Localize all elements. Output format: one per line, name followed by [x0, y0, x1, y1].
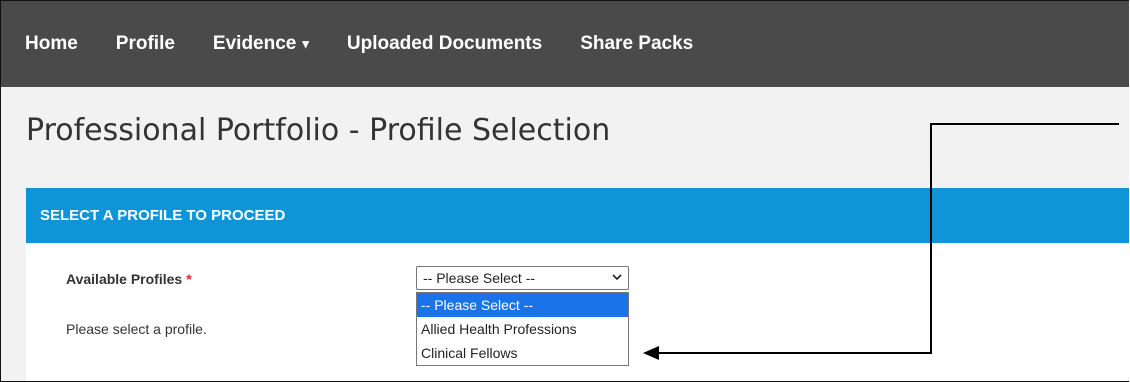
chevron-down-icon	[612, 272, 622, 284]
required-asterisk: *	[186, 271, 192, 287]
nav-profile-label: Profile	[115, 33, 175, 54]
nav-home-label: Home	[25, 33, 78, 54]
profile-select-value: -- Please Select --	[423, 270, 536, 286]
nav-evidence-label: Evidence	[212, 33, 297, 54]
top-navbar: Home Profile Evidence ▾ Uploaded Documen…	[1, 1, 1129, 87]
page-title: Professional Portfolio - Profile Selecti…	[26, 113, 611, 148]
profile-options-list: -- Please Select -- Allied Health Profes…	[416, 292, 629, 366]
nav-uploaded-documents-label: Uploaded Documents	[346, 33, 543, 54]
nav-uploaded-documents[interactable]: Uploaded Documents	[347, 33, 542, 55]
profile-selection-panel: SELECT A PROFILE TO PROCEED Available Pr…	[26, 188, 1129, 381]
profile-select[interactable]: -- Please Select --	[416, 266, 629, 290]
app-frame: Home Profile Evidence ▾ Uploaded Documen…	[0, 0, 1129, 382]
caret-down-icon: ▾	[302, 36, 309, 51]
panel-header: SELECT A PROFILE TO PROCEED	[26, 188, 1129, 243]
nav-profile[interactable]: Profile	[116, 33, 175, 55]
option-please-select[interactable]: -- Please Select --	[417, 293, 628, 317]
helper-text: Please select a profile.	[66, 321, 207, 337]
nav-share-packs-label: Share Packs	[580, 33, 694, 54]
option-allied-health-professions[interactable]: Allied Health Professions	[417, 317, 628, 341]
available-profiles-label-text: Available Profiles	[66, 271, 183, 287]
available-profiles-label: Available Profiles *	[66, 271, 192, 287]
nav-home[interactable]: Home	[25, 33, 78, 55]
nav-share-packs[interactable]: Share Packs	[580, 33, 693, 55]
option-clinical-fellows[interactable]: Clinical Fellows	[417, 341, 628, 365]
nav-evidence-dropdown[interactable]: Evidence ▾	[213, 33, 309, 55]
